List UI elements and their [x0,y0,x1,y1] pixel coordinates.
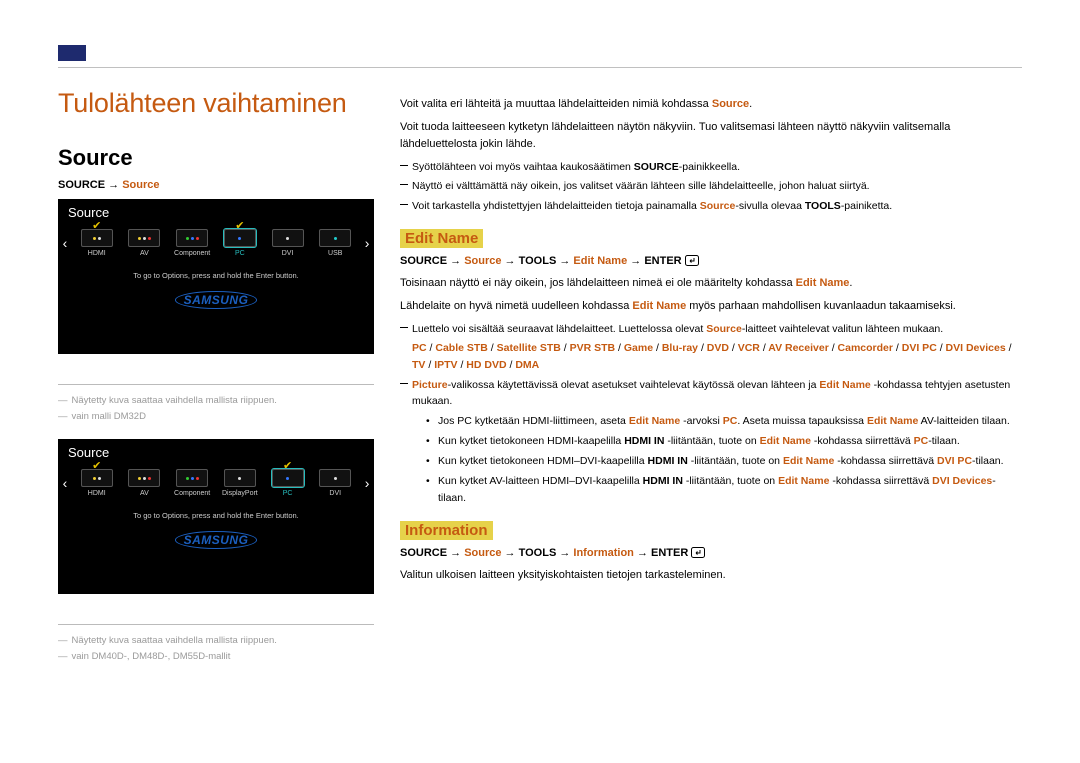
enter-icon [691,547,705,559]
chevron-right-icon: › [360,235,374,251]
information-heading: Information [400,522,1022,539]
info-p1: Valitun ulkoisen laitteen yksityiskohtai… [400,567,1022,584]
intro-note-1: Syöttölähteen voi myös vaihtaa kaukosäät… [400,159,1022,175]
information-path: SOURCE → Source → TOOLS → Information → … [400,547,1022,559]
chapter-title: Tulolähteen vaihtaminen [58,88,372,119]
src-displayport: DisplayPort [222,490,258,497]
chevron-right-icon: › [360,475,374,491]
src-pc: PC [283,490,293,497]
header-rule [58,67,1022,68]
intro-p2: Voit tuoda laitteeseen kytketyn lähdelai… [400,119,1022,153]
samsung-logo-2: SAMSUNG [58,531,374,549]
caption-1: ―Näytetty kuva saattaa vaihdella mallist… [58,393,372,425]
caption-rule-1 [58,384,374,385]
samsung-logo: SAMSUNG [58,291,374,309]
edit-p2: Lähdelaite on hyvä nimetä uudelleen kohd… [400,298,1022,315]
edit-bullets: Jos PC kytketään HDMI-liittimeen, aseta … [426,413,1022,506]
src-usb: USB [328,250,342,257]
header-accent [58,45,86,61]
src-dvi: DVI [329,490,341,497]
device-list: PC / Cable STB / Satellite STB / PVR STB… [400,340,1022,374]
edit-name-heading: Edit Name [400,230,1022,247]
tv-preview-2: Source ‹ ✔HDMI AV Component DisplayPort … [58,439,374,594]
tv-hint-2: To go to Options, press and hold the Ent… [58,511,374,520]
src-av: AV [140,490,149,497]
src-pc: PC [235,250,245,257]
intro-note-2: Näyttö ei välttämättä näy oikein, jos va… [400,178,1022,194]
src-hdmi: HDMI [88,250,106,257]
tv-hint: To go to Options, press and hold the Ent… [58,271,374,280]
src-av: AV [140,250,149,257]
tv-title: Source [68,205,109,220]
src-dvi: DVI [282,250,294,257]
tv-preview-1: Source ‹ ✔HDMI AV Component ✔PC DVI USB … [58,199,374,354]
intro-note-3: Voit tarkastella yhdistettyjen lähdelait… [400,198,1022,214]
tv-title-2: Source [68,445,109,460]
edit-note-2: Picture-valikossa käytettävissä olevat a… [400,377,1022,410]
src-component: Component [174,250,210,257]
source-path-1: SOURCE → Source [58,179,372,191]
edit-note-1: Luettelo voi sisältää seuraavat lähdelai… [400,321,1022,337]
edit-p1: Toisinaan näyttö ei näy oikein, jos lähd… [400,275,1022,292]
intro-p1: Voit valita eri lähteitä ja muuttaa lähd… [400,96,1022,113]
section-title: Source [58,145,372,171]
chevron-left-icon: ‹ [58,235,72,251]
edit-name-path: SOURCE → Source → TOOLS → Edit Name → EN… [400,255,1022,267]
enter-icon [685,255,699,267]
chevron-left-icon: ‹ [58,475,72,491]
src-component: Component [174,490,210,497]
src-hdmi: HDMI [88,490,106,497]
caption-rule-2 [58,624,374,625]
caption-2: ―Näytetty kuva saattaa vaihdella mallist… [58,633,372,665]
